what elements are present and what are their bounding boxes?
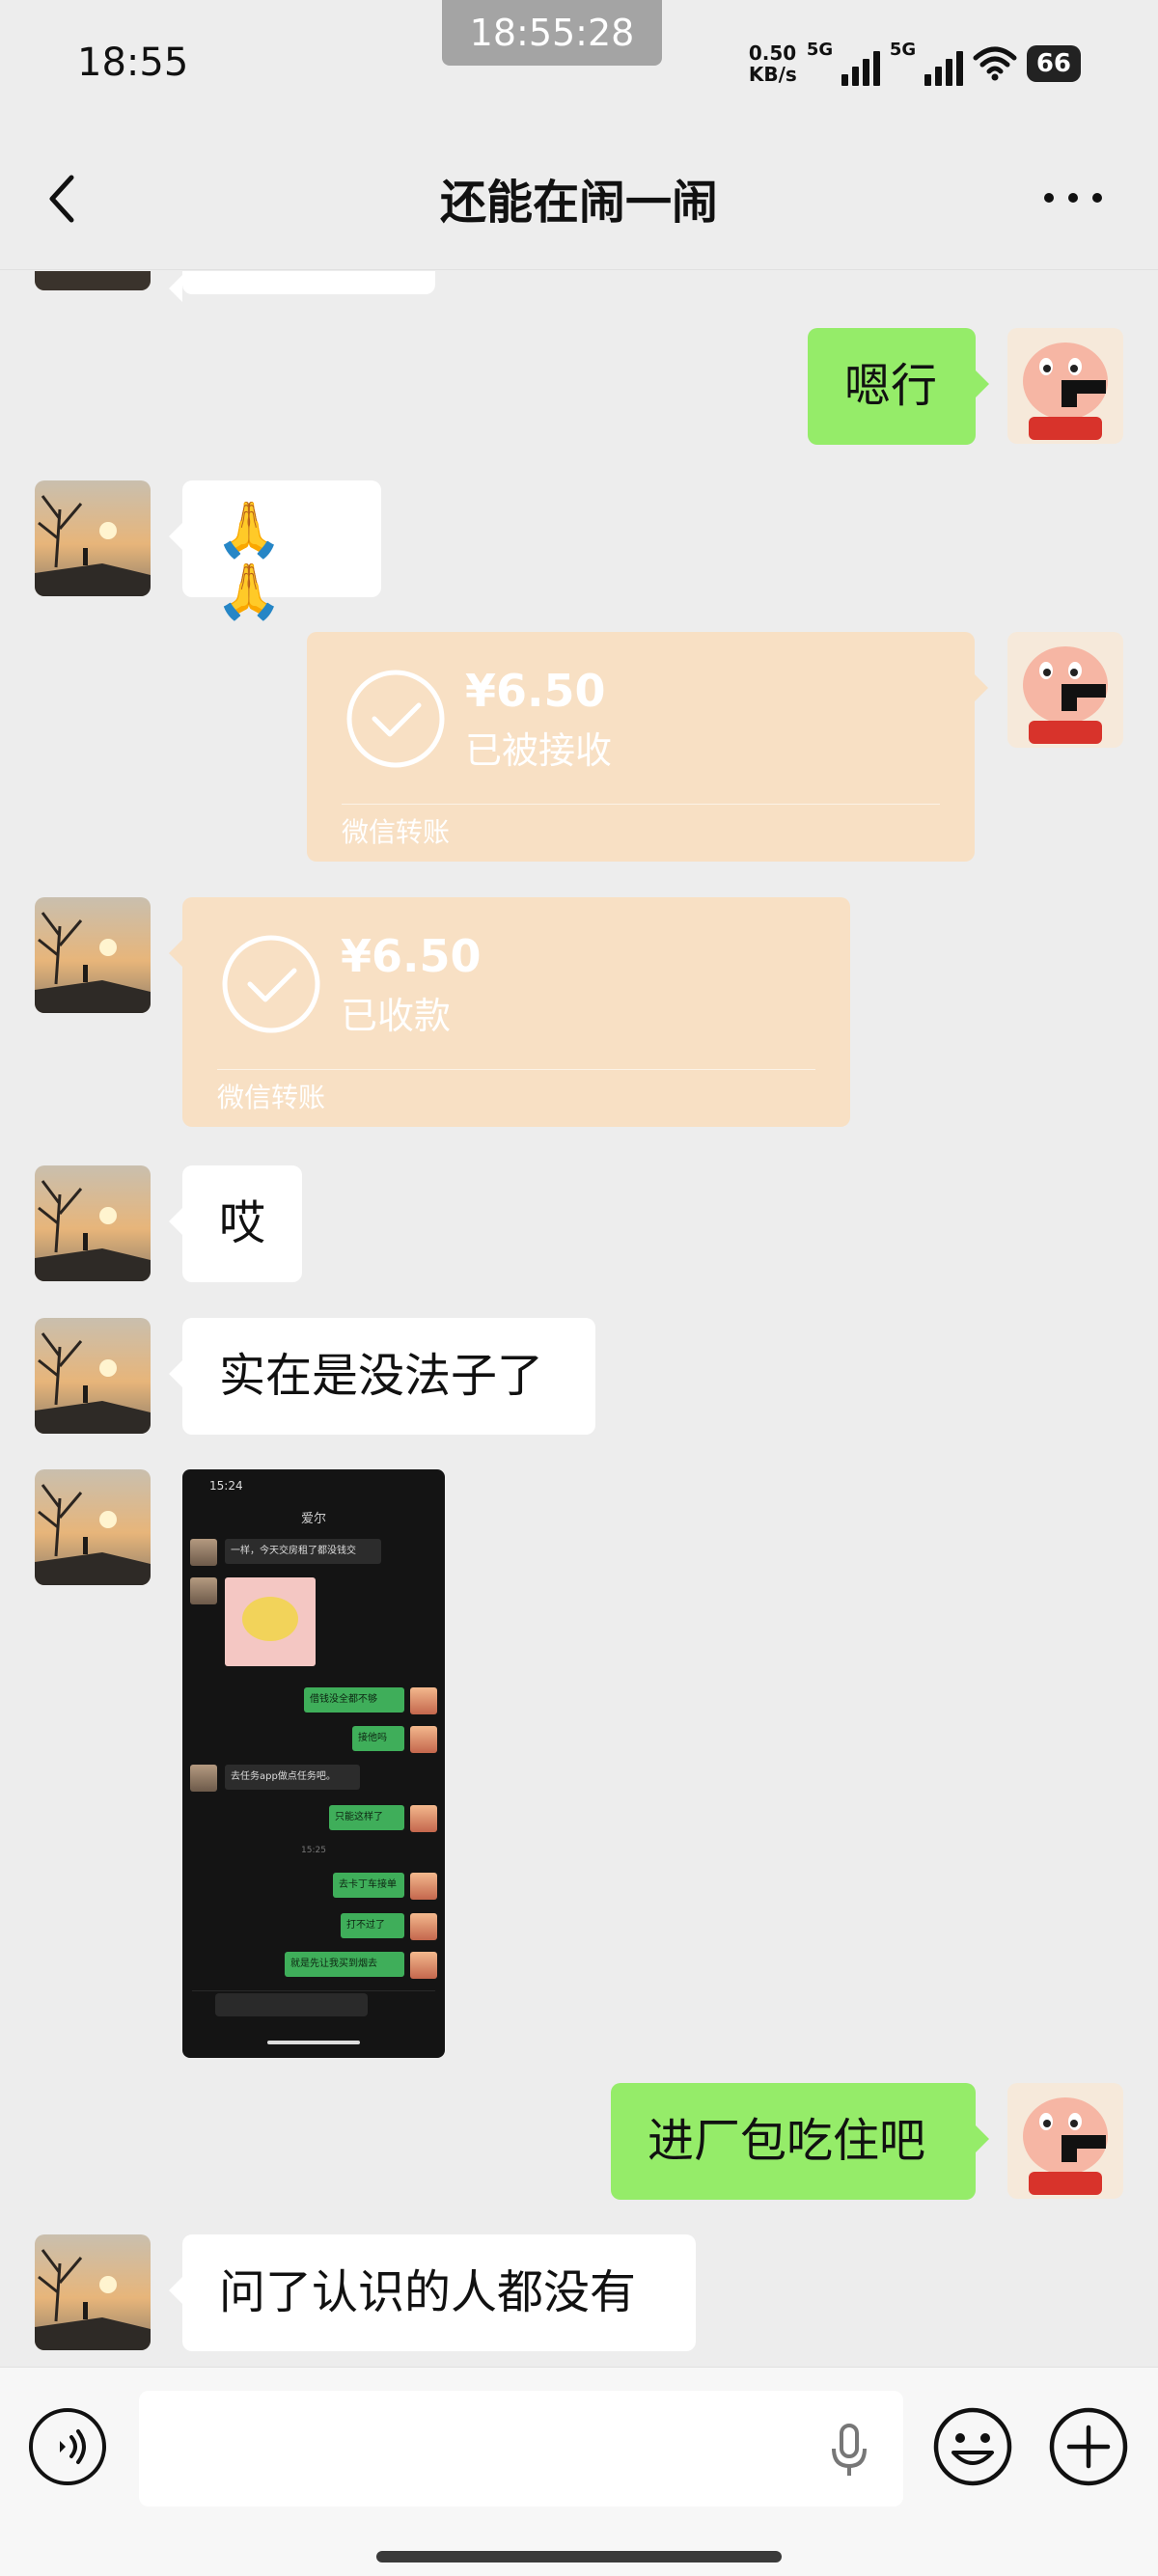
net-speed-value: 0.50 xyxy=(748,41,797,65)
avatar[interactable] xyxy=(35,2234,151,2350)
list-item: 就是先让我买到烟去 xyxy=(285,1952,404,1977)
transfer-amount: ¥6.50 xyxy=(465,665,606,717)
message-bubble[interactable]: 🙏🙏 xyxy=(169,480,381,623)
message-bubble[interactable] xyxy=(169,271,435,302)
transfer-footer: 微信转账 xyxy=(342,816,451,848)
home-indicator xyxy=(376,2551,782,2562)
message-bubble[interactable]: 实在是没法子了 xyxy=(169,1318,595,1435)
screenshot-input-bar xyxy=(192,1990,435,2017)
message-input[interactable] xyxy=(139,2391,903,2507)
list-item: 去任务app做点任务吧。 xyxy=(225,1765,360,1790)
screenshot-timestamp: 18:55:28 xyxy=(442,0,662,66)
check-circle-icon xyxy=(346,670,445,768)
mic-icon[interactable] xyxy=(830,2422,868,2480)
transfer-status: 已被接收 xyxy=(465,729,613,772)
plus-icon[interactable] xyxy=(1048,2406,1129,2487)
list-item: 借钱没全都不够 xyxy=(304,1687,404,1713)
status-bar: 18:55 18:55:28 0.50 KB/s 5G 5G 66 xyxy=(0,0,1158,125)
avatar xyxy=(410,1726,437,1753)
message-bubble[interactable]: 进厂包吃住吧 xyxy=(611,2083,989,2200)
voice-icon[interactable] xyxy=(29,2408,106,2485)
transfer-footer: 微信转账 xyxy=(217,1082,326,1113)
avatar[interactable] xyxy=(35,480,151,596)
avatar[interactable] xyxy=(1007,328,1123,444)
divider xyxy=(342,804,940,805)
message-text: 实在是没法子了 xyxy=(219,1349,544,1403)
message-bubble[interactable]: 嗯行 xyxy=(808,328,989,445)
divider xyxy=(217,1069,815,1070)
screenshot-title: 爱尔 xyxy=(300,1512,326,1526)
transfer-status: 已收款 xyxy=(341,995,452,1037)
avatar[interactable] xyxy=(35,1318,151,1434)
avatar xyxy=(410,1952,437,1979)
avatar xyxy=(190,1577,217,1604)
image-message[interactable]: 15:24 爱尔 一样，今天交房租了都没钱交 借钱没全都不够 接他吗 去任务ap… xyxy=(182,1469,445,2058)
message-text: 🙏🙏 xyxy=(215,499,283,623)
list-item: 打不过了 xyxy=(341,1913,404,1938)
message-text: 问了认识的人都没有 xyxy=(219,2265,637,2319)
avatar[interactable] xyxy=(35,897,151,1013)
avatar[interactable] xyxy=(35,271,151,290)
list-item: 去卡丁车接单 xyxy=(333,1873,404,1898)
battery-icon: 66 xyxy=(1026,45,1081,82)
list-item: 只能这样了 xyxy=(329,1805,404,1830)
input-bar xyxy=(0,2367,1158,2576)
avatar[interactable] xyxy=(35,1469,151,1585)
net-speed: 0.50 KB/s xyxy=(749,42,797,85)
avatar[interactable] xyxy=(1007,2083,1123,2199)
message-text: 嗯行 xyxy=(844,359,938,413)
avatar xyxy=(410,1913,437,1940)
screenshot-home-indicator xyxy=(267,2041,360,2044)
signal-icon: 5G xyxy=(806,40,880,86)
network-type-label: 5G xyxy=(806,40,834,60)
transfer-card[interactable]: ¥6.50 已收款 微信转账 xyxy=(169,897,850,1127)
wifi-icon xyxy=(973,46,1017,81)
avatar xyxy=(190,1765,217,1792)
avatar xyxy=(410,1687,437,1714)
emoji-icon[interactable] xyxy=(932,2406,1013,2487)
message-bubble[interactable]: 问了认识的人都没有 xyxy=(169,2234,696,2351)
chat-title: 还能在闹一闹 xyxy=(439,176,718,230)
avatar xyxy=(410,1805,437,1832)
message-text: 进厂包吃住吧 xyxy=(648,2114,926,2168)
sticker-image xyxy=(225,1577,316,1666)
screenshot-status-time: 15:24 xyxy=(209,1479,243,1493)
avatar[interactable] xyxy=(1007,632,1123,748)
message-text: 哎 xyxy=(219,1196,266,1250)
transfer-card[interactable]: ¥6.50 已被接收 微信转账 xyxy=(307,632,988,862)
message-bubble[interactable]: 哎 xyxy=(169,1165,302,1282)
avatar xyxy=(190,1539,217,1566)
check-circle-icon xyxy=(222,935,320,1033)
more-dots-icon[interactable] xyxy=(1044,183,1102,212)
list-item: 接他吗 xyxy=(352,1726,404,1751)
network-type-label: 5G xyxy=(889,40,917,60)
status-icons: 0.50 KB/s 5G 5G 66 xyxy=(749,39,1081,89)
avatar[interactable] xyxy=(35,1165,151,1281)
list-item: 一样，今天交房租了都没钱交 xyxy=(225,1539,381,1564)
chat-area[interactable]: 嗯行 🙏🙏 ¥6.50 已被接收 微信转账 ¥6.50 已收款 微信转账 哎 实… xyxy=(0,271,1158,2365)
transfer-amount: ¥6.50 xyxy=(341,930,482,982)
avatar xyxy=(410,1873,437,1900)
net-speed-unit: KB/s xyxy=(748,63,797,86)
signal-icon: 5G xyxy=(889,40,963,86)
screenshot-timestamp: 15:25 xyxy=(301,1846,326,1855)
status-time: 18:55 xyxy=(77,41,189,85)
